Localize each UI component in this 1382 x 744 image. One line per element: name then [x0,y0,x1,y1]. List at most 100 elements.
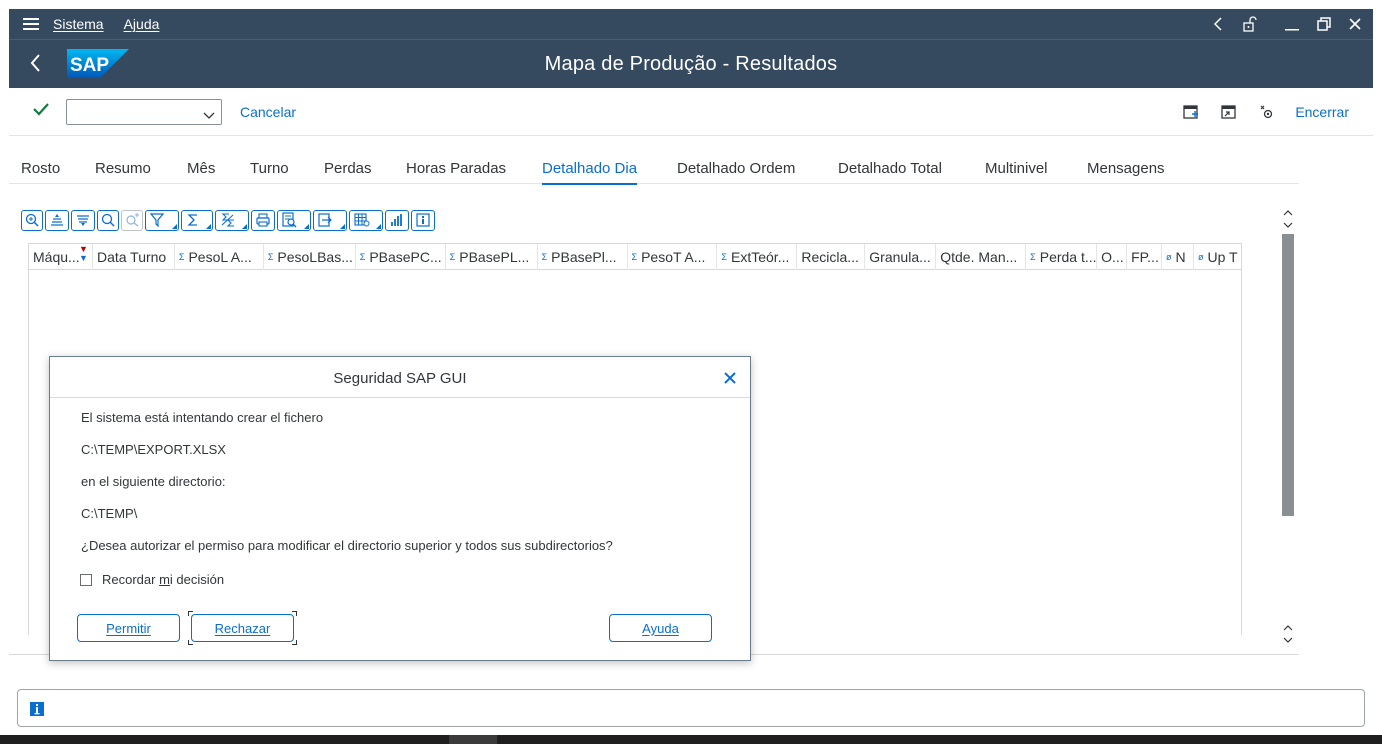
content-side-area [1282,137,1373,655]
scroll-up-down-icon[interactable] [1281,624,1295,644]
column-header[interactable]: Recicla... [797,244,866,270]
focus-indicator [188,611,193,616]
column-header[interactable]: Qtde. Man... [936,244,1027,270]
tab-horas-paradas[interactable]: Horas Paradas [406,160,506,177]
grid-toolbar [21,209,437,231]
shortcut-icon[interactable] [1221,104,1237,123]
tab-perdas[interactable]: Perdas [324,160,372,177]
column-header[interactable]: Σ PBasePL... [446,244,538,270]
column-header[interactable]: FP... [1127,244,1163,270]
new-session-icon[interactable] [1183,104,1199,123]
help-button[interactable]: Ayuda [609,614,712,642]
print-icon [256,213,270,227]
os-taskbar [0,735,1382,744]
remember-decision-checkbox[interactable]: Recordar mi decisión [80,572,224,587]
close-icon[interactable] [1349,18,1361,30]
column-header[interactable]: Máqu... ▼ ▼ [29,244,93,270]
reject-button[interactable]: Rechazar [191,614,294,642]
graphic-button[interactable] [385,209,409,231]
unlock-icon[interactable] [1241,16,1257,32]
column-header[interactable]: Σ Perda t... [1026,244,1098,270]
sort-marker-icon: ▼ ▼ [79,244,88,263]
allow-button[interactable]: Permitir [77,614,180,642]
sum-icon [187,214,197,226]
tab-rosto[interactable]: Rosto [21,160,60,177]
tab-detalhado-total[interactable]: Detalhado Total [838,160,942,177]
vertical-scrollbar[interactable] [1281,209,1295,649]
checkbox-box[interactable] [80,573,92,586]
tab-resumo[interactable]: Resumo [95,160,151,177]
scrollbar-thumb[interactable] [1282,234,1294,516]
tab-mensagens[interactable]: Mensagens [1087,160,1165,177]
column-header[interactable]: Granula... [865,244,937,270]
command-field[interactable] [66,99,222,125]
sigma-icon: Σ [267,252,274,262]
tab-mes[interactable]: Mês [187,160,215,177]
layout-button[interactable] [349,209,383,231]
column-header[interactable]: øN [1162,244,1195,270]
search-next-icon [126,213,139,227]
sigma-icon: Σ [1030,252,1036,262]
taskbar-item[interactable] [449,735,497,744]
column-header[interactable]: Data Turno [93,244,175,270]
restore-icon[interactable] [1317,17,1331,31]
information-button[interactable] [411,209,435,231]
find-button[interactable] [97,209,119,231]
sort-ascending-button[interactable] [45,209,69,231]
dialog-header: Seguridad SAP GUI [50,357,750,398]
sort-descending-icon [77,215,89,226]
views-button[interactable] [277,209,311,231]
sigma-icon: Σ [631,252,638,262]
details-zoom-button[interactable] [21,209,43,231]
chevron-left-icon[interactable] [1213,17,1223,31]
enter-check-icon[interactable] [33,102,49,119]
info-icon[interactable] [30,702,44,719]
menu-item-ajuda[interactable]: Ajuda [124,16,160,32]
customize-settings-icon[interactable] [1259,104,1275,123]
title-bar: SAP Mapa de Produção - Resultados [9,39,1373,88]
column-header[interactable]: Σ PesoL A... [175,244,264,270]
column-header[interactable]: ø Up T [1194,244,1241,270]
cancel-button[interactable]: Cancelar [240,104,296,120]
zoom-icon [25,213,39,227]
column-header[interactable]: Σ ExtTeór... [717,244,798,270]
sort-descending-button[interactable] [71,209,95,231]
column-header[interactable]: O... [1097,244,1128,270]
dropdown-triangle-icon [376,223,381,229]
column-header[interactable]: Σ PBasePC... [356,244,446,270]
dialog-directory-path: C:\TEMP\ [81,506,138,521]
chevron-down-icon[interactable] [203,107,215,123]
column-header[interactable]: Σ PesoT A... [628,244,718,270]
total-button[interactable] [181,209,213,231]
find-next-button[interactable] [121,209,143,231]
sort-ascending-icon [51,214,63,226]
exit-button[interactable]: Encerrar [1295,104,1349,120]
dropdown-triangle-icon [340,223,345,229]
average-icon: ø [1166,252,1172,262]
dialog-file-path: C:\TEMP\EXPORT.XLSX [81,442,226,457]
dialog-question: ¿Desea autorizar el permiso para modific… [81,538,613,553]
export-button[interactable] [313,209,347,231]
menu-bar: Sistema Ajuda [9,9,1373,39]
menu-item-sistema[interactable]: Sistema [53,16,104,32]
scroll-up-down-icon[interactable] [1281,209,1295,229]
close-icon[interactable] [724,371,736,387]
dropdown-triangle-icon [304,223,309,229]
export-icon [318,213,332,227]
menu-hamburger-icon[interactable] [9,9,53,39]
average-icon: ø [1198,252,1204,262]
minimize-icon[interactable] [1285,17,1299,31]
print-preview-button[interactable] [251,209,275,231]
column-header[interactable]: Σ PesoLBas... [264,244,356,270]
tab-turno[interactable]: Turno [250,160,289,177]
tab-detalhado-dia[interactable]: Detalhado Dia [542,160,638,185]
remember-decision-label: Recordar mi decisión [102,572,225,587]
subtotal-button[interactable] [215,209,249,231]
filter-button[interactable] [145,209,179,231]
tab-multinivel[interactable]: Multinivel [985,160,1048,177]
tab-detalhado-ordem[interactable]: Detalhado Ordem [677,160,795,177]
column-header[interactable]: Σ PBasePl... [538,244,628,270]
sigma-icon: Σ [178,252,185,262]
grid-header: Máqu... ▼ ▼ Data Turno Σ PesoL A... Σ PesoL… [29,244,1241,270]
dialog-message-line: en el siguiente directorio: [81,474,226,489]
